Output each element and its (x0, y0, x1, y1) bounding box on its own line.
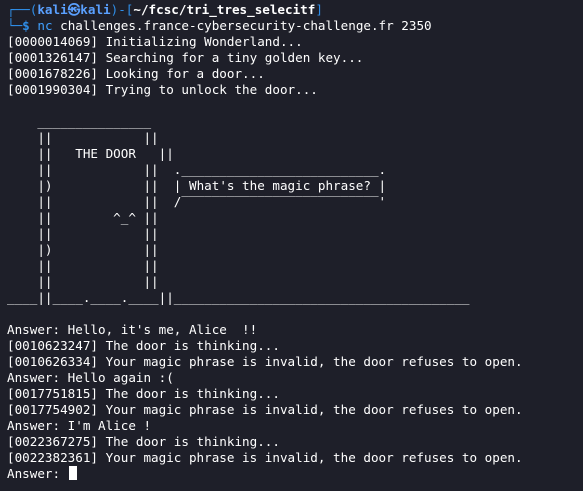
prompt-open: ┌──( (7, 2, 38, 17)
command-name: nc (37, 18, 53, 33)
answer-line: Answer: Hello again :( (7, 370, 174, 385)
answer-prompt: Answer: (7, 466, 68, 481)
session-output: Answer: Hello, it's me, Alice !! [001062… (7, 322, 583, 466)
door-face: ^_^ (113, 210, 136, 225)
output-line: [0022382361] Your magic phrase is invali… (7, 450, 523, 465)
command-line: └─$ nc challenges.france-cybersecurity-c… (7, 18, 583, 34)
prompt-mid: )-[ (110, 2, 134, 17)
output-line: [0017751815] The door is thinking... (7, 386, 280, 401)
intro-output: [0000014069] Initializing Wonderland... … (7, 34, 583, 98)
prompt-line: ┌──(kali㉿kali)-[~/fcsc/tri_tres_selecitf… (7, 2, 583, 18)
input-line[interactable]: Answer: (7, 466, 583, 482)
answer-line: Answer: I'm Alice ! (7, 418, 152, 433)
output-line: [0010623247] The door is thinking... (7, 338, 280, 353)
door-label: THE DOOR (75, 146, 136, 161)
prompt-close: ] (315, 2, 323, 17)
output-line: [0001990304] Trying to unlock the door..… (7, 82, 318, 97)
command-args: challenges.france-cybersecurity-challeng… (52, 18, 432, 33)
terminal-window[interactable]: ┌──(kali㉿kali)-[~/fcsc/tri_tres_selecitf… (0, 0, 583, 491)
speech-bubble-text: What's the magic phrase? (188, 178, 371, 193)
output-line: [0001326147] Searching for a tiny golden… (7, 50, 364, 65)
answer-line: Answer: Hello, it's me, Alice !! (7, 322, 258, 337)
prompt-dollar: $ (22, 18, 30, 33)
output-line: [0001678226] Looking for a door... (7, 66, 265, 81)
ascii-door-art: _______________ || || || THE DOOR || || … (7, 114, 470, 305)
text-cursor[interactable] (68, 466, 77, 480)
prompt-corner: └─ (7, 18, 23, 33)
output-line: [0022367275] The door is thinking... (7, 434, 280, 449)
prompt-host: kali (80, 2, 111, 17)
output-line: [0000014069] Initializing Wonderland... (7, 34, 303, 49)
prompt-path: ~/fcsc/tri_tres_selecitf (133, 2, 316, 17)
prompt-user: kali (37, 2, 68, 17)
output-line: [0010626334] Your magic phrase is invali… (7, 354, 523, 369)
prompt-at-icon: ㉿ (67, 2, 81, 17)
output-line: [0017754902] Your magic phrase is invali… (7, 402, 523, 417)
